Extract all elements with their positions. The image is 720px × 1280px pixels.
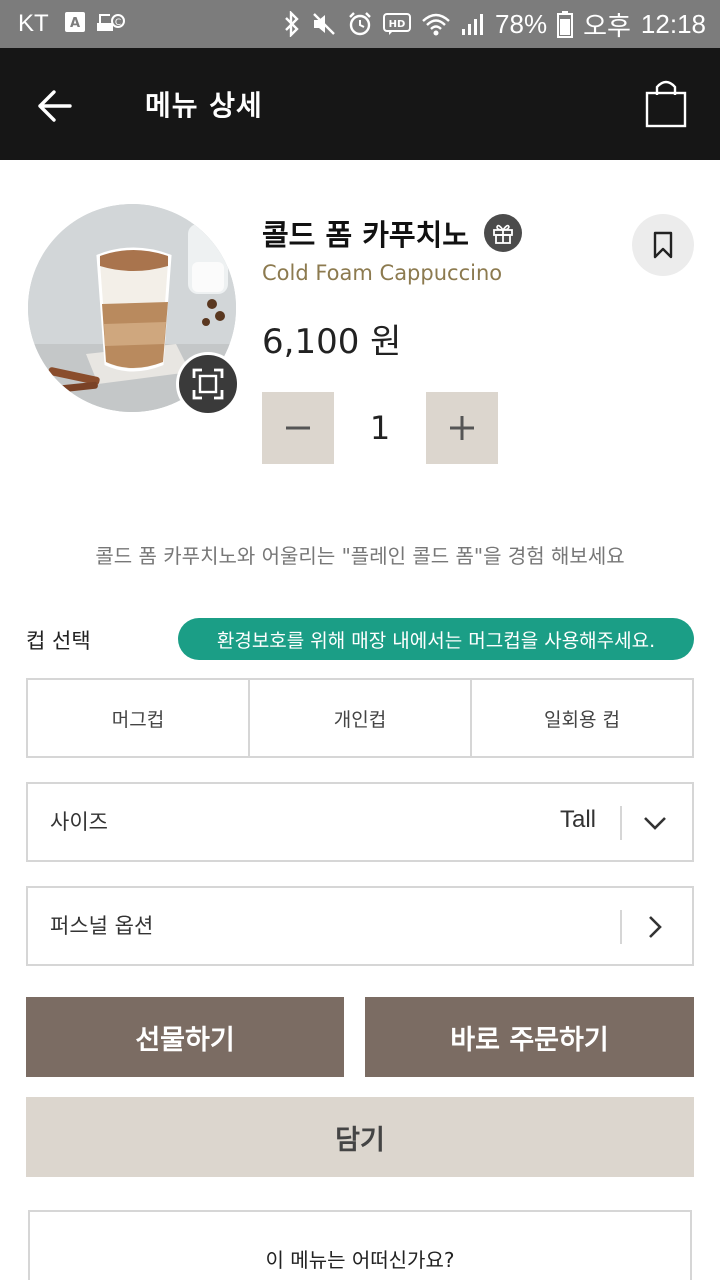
eco-notice-badge: 환경보호를 위해 매장 내에서는 머그컵을 사용해주세요.	[178, 618, 694, 660]
status-right-group: HD 78% 오후 12:18	[283, 8, 706, 41]
cup-option-mug[interactable]: 머그컵	[28, 680, 250, 756]
personal-option-row[interactable]: 퍼스널 옵션	[26, 886, 694, 966]
back-button[interactable]	[28, 80, 80, 132]
arrow-left-icon	[38, 90, 72, 122]
product-name-en: Cold Foam Cappuccino	[262, 261, 503, 285]
quantity-decrease-button[interactable]	[262, 392, 334, 464]
size-select[interactable]: 사이즈 Tall	[26, 782, 694, 862]
divider	[620, 806, 622, 840]
divider	[620, 910, 622, 944]
cast-notification-icon: C	[96, 11, 126, 35]
svg-text:A: A	[70, 16, 80, 31]
quantity-value: 1	[369, 409, 391, 447]
battery-icon	[557, 10, 574, 38]
hd-voice-icon: HD	[383, 12, 412, 36]
cup-option-personal[interactable]: 개인컵	[250, 680, 472, 756]
signal-icon	[461, 11, 485, 37]
clock-label: 12:18	[640, 8, 706, 39]
zoom-button[interactable]	[176, 352, 240, 416]
shopping-bag-icon	[645, 80, 687, 128]
ampm-label: 오후	[583, 10, 631, 41]
battery-percent: 78%	[495, 8, 548, 39]
order-now-button[interactable]: 바로 주문하기	[365, 997, 694, 1077]
cup-option-disposable[interactable]: 일회용 컵	[472, 680, 692, 756]
product-name-ko: 콜드 폼 카푸치노	[262, 218, 469, 252]
chevron-right-icon	[640, 912, 670, 942]
notification-a-icon: A	[64, 11, 88, 35]
promo-text: 콜드 폼 카푸치노와 어울리는 "플레인 콜드 폼"을 경험 해보세요	[95, 544, 625, 568]
svg-text:HD: HD	[389, 19, 406, 30]
review-label: 이 메뉴는 어떠신가요?	[265, 1248, 455, 1272]
carrier-label: KT	[18, 10, 49, 37]
bluetooth-icon	[283, 11, 301, 37]
product-price: 6,100 원	[262, 322, 402, 362]
cup-option-group: 머그컵 개인컵 일회용 컵	[26, 678, 694, 758]
personal-option-label: 퍼스널 옵션	[50, 914, 154, 938]
add-to-cart-button[interactable]: 담기	[26, 1097, 694, 1177]
svg-text:C: C	[115, 18, 121, 28]
quantity-increase-button[interactable]	[426, 392, 498, 464]
gift-badge	[484, 214, 522, 252]
page-title: 메뉴 상세	[145, 89, 263, 122]
chevron-down-icon	[640, 808, 670, 838]
cart-button[interactable]	[638, 74, 694, 132]
expand-icon	[192, 368, 224, 400]
alarm-icon	[347, 11, 373, 37]
status-bar: KT A C HD 78% 오후 12:18	[0, 0, 720, 48]
size-label: 사이즈	[50, 810, 108, 834]
review-section[interactable]: 이 메뉴는 어떠신가요?	[28, 1210, 692, 1280]
gift-icon	[493, 224, 513, 244]
bookmark-button[interactable]	[632, 214, 694, 276]
plus-icon	[450, 416, 474, 440]
app-bar: 메뉴 상세	[0, 48, 720, 160]
wifi-icon	[421, 11, 451, 37]
gift-button[interactable]: 선물하기	[26, 997, 344, 1077]
bookmark-icon	[653, 231, 673, 259]
minus-icon	[286, 426, 310, 430]
cup-select-label: 컵 선택	[26, 629, 91, 653]
size-value: Tall	[559, 806, 596, 833]
mute-icon	[311, 11, 337, 37]
